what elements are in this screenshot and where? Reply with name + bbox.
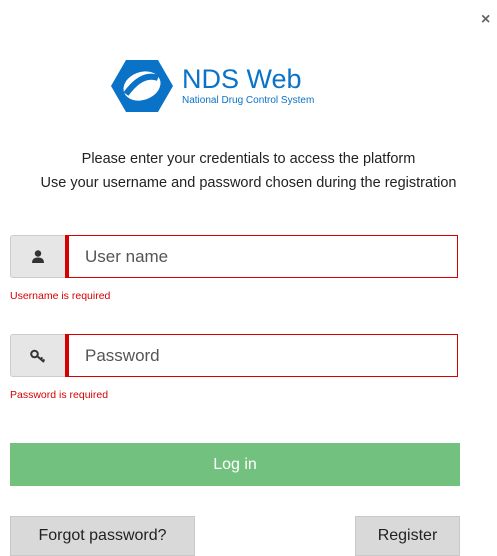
username-field xyxy=(10,235,458,278)
username-addon xyxy=(10,235,65,278)
username-error: Username is required xyxy=(10,290,111,302)
logo-title: NDS Web xyxy=(182,64,302,94)
password-error: Password is required xyxy=(10,389,109,401)
register-button[interactable]: Register xyxy=(355,516,460,556)
logo-subtitle: National Drug Control System xyxy=(182,95,315,106)
close-icon[interactable]: × xyxy=(481,12,497,28)
key-icon xyxy=(30,349,46,363)
intro-line-1: Please enter your credentials to access … xyxy=(81,151,416,167)
logo: NDS Web National Drug Control System xyxy=(110,58,314,114)
password-field xyxy=(10,334,458,377)
login-button[interactable]: Log in xyxy=(10,443,460,486)
password-input[interactable] xyxy=(65,334,458,377)
intro-text: Please enter your credentials to access … xyxy=(20,147,477,195)
user-icon xyxy=(32,250,44,263)
password-addon xyxy=(10,334,65,377)
forgot-password-button[interactable]: Forgot password? xyxy=(10,516,195,556)
username-input[interactable] xyxy=(65,235,458,278)
login-dialog: × NDS Web National Drug Control System P… xyxy=(0,0,497,556)
nds-logo-icon xyxy=(111,60,173,112)
intro-line-2: Use your username and password chosen du… xyxy=(40,175,457,191)
